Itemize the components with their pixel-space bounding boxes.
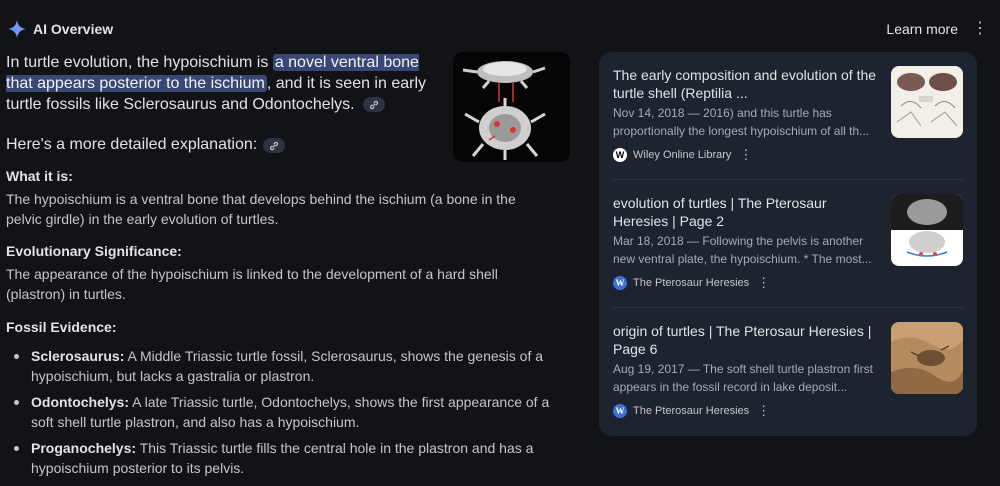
source-snippet: Mar 18, 2018 — Following the pelvis is a… [613,234,872,266]
section-title-significance: Evolutionary Significance: [6,243,182,259]
section-title-what-it-is: What it is: [6,168,73,184]
source-title[interactable]: evolution of turtles | The Pterosaur Her… [613,194,883,230]
source-snippet: Nov 14, 2018 — 2016) and this turtle has… [613,106,870,138]
detail-heading: Here's a more detailed explanation: [6,136,286,154]
source-thumbnail[interactable] [891,322,963,394]
bullet [14,446,19,451]
source-link-chip-2[interactable] [263,137,286,153]
list-item: Sclerosaurus: A Middle Triassic turtle f… [6,346,566,386]
divider [613,307,963,308]
source-thumbnail[interactable] [891,66,963,138]
turtle-skeleton-image[interactable] [453,52,570,162]
sources-panel: The early composition and evolution of t… [599,52,977,436]
list-item: Proganochelys: This Triassic turtle fill… [6,438,566,478]
source-title[interactable]: The early composition and evolution of t… [613,66,883,102]
source-options-icon[interactable]: ⋮ [739,147,752,163]
source-site: W Wiley Online Library ⋮ [613,147,963,163]
intro-paragraph: In turtle evolution, the hypoischium is … [6,52,446,115]
more-options-icon[interactable]: ⋮ [972,21,988,37]
wiley-favicon-icon: W [613,148,627,162]
intro-text: In turtle evolution, the hypoischium is [6,54,273,71]
fossil-list: Sclerosaurus: A Middle Triassic turtle f… [6,346,566,484]
source-thumbnail[interactable] [891,194,963,266]
source-site-name: The Pterosaur Heresies [633,277,750,289]
bullet [14,354,19,359]
wordpress-favicon-icon: W [613,404,627,418]
learn-more-link[interactable]: Learn more [886,21,958,37]
source-link-chip[interactable] [363,97,386,113]
source-snippet: Aug 19, 2017 — The soft shell turtle pla… [613,362,873,394]
bullet [14,400,19,405]
source-site-name: Wiley Online Library [633,149,732,161]
fossil-name: Proganochelys: [31,440,137,456]
source-title[interactable]: origin of turtles | The Pterosaur Heresi… [613,322,883,358]
source-card[interactable]: The early composition and evolution of t… [613,66,963,163]
source-options-icon[interactable]: ⋮ [757,275,770,291]
link-icon [270,141,279,150]
wordpress-favicon-icon: W [613,276,627,290]
source-card[interactable]: evolution of turtles | The Pterosaur Her… [613,194,963,291]
source-site-name: The Pterosaur Heresies [633,405,750,417]
source-site: W The Pterosaur Heresies ⋮ [613,403,963,419]
link-icon [370,101,379,110]
detail-heading-text: Here's a more detailed explanation: [6,136,258,153]
section-title-fossil-evidence: Fossil Evidence: [6,319,117,335]
source-site: W The Pterosaur Heresies ⋮ [613,275,963,291]
source-options-icon[interactable]: ⋮ [757,403,770,419]
source-card[interactable]: origin of turtles | The Pterosaur Heresi… [613,322,963,419]
overview-content: In turtle evolution, the hypoischium is … [6,52,570,476]
fossil-name: Odontochelys: [31,394,130,410]
ai-overview-title: AI Overview [33,21,114,37]
list-item: Odontochelys: A late Triassic turtle, Od… [6,392,566,432]
sparkle-icon [8,20,26,38]
fossil-name: Sclerosaurus: [31,348,125,364]
divider [613,179,963,180]
section-text-significance: The appearance of the hypoischium is lin… [6,266,498,302]
ai-overview-header: AI Overview Learn more ⋮ [8,18,988,40]
section-text-what-it-is: The hypoischium is a ventral bone that d… [6,191,516,227]
